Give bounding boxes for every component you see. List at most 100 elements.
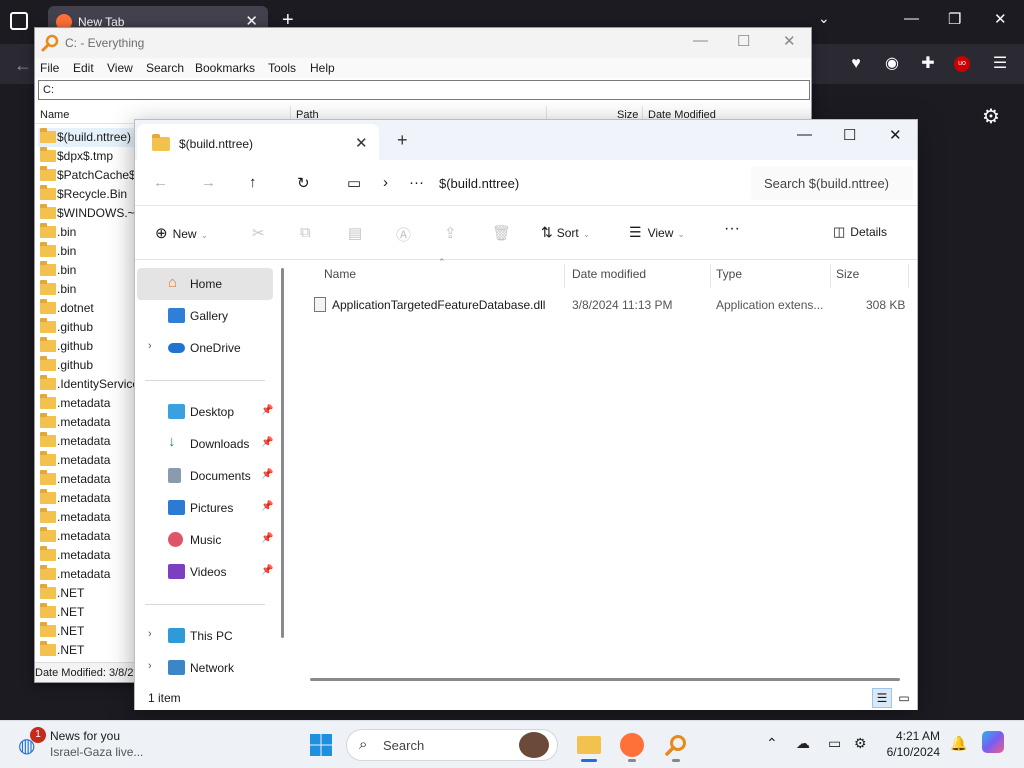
focus-icon[interactable]: ⚙: [854, 735, 867, 752]
close-icon[interactable]: ✕: [783, 32, 796, 50]
list-item[interactable]: .bin: [38, 280, 134, 299]
close-window-icon[interactable]: ✕: [994, 10, 1007, 28]
taskbar-everything[interactable]: [660, 729, 692, 762]
column-name[interactable]: Name: [324, 267, 356, 281]
list-item[interactable]: .metadata: [38, 451, 134, 470]
list-item[interactable]: .metadata: [38, 413, 134, 432]
list-item[interactable]: $Recycle.Bin: [38, 185, 134, 204]
copy-icon[interactable]: ⧉: [300, 224, 311, 241]
list-item[interactable]: .bin: [38, 261, 134, 280]
restore-icon[interactable]: ❐: [948, 10, 961, 28]
menu-search[interactable]: Search: [146, 61, 184, 75]
column-divider[interactable]: [710, 264, 711, 288]
sort-button[interactable]: ⇅ Sort ⌄: [541, 224, 590, 241]
column-divider[interactable]: [908, 264, 909, 288]
nav-item-documents[interactable]: Documents 📌: [137, 460, 273, 492]
details-button[interactable]: ◫ Details: [833, 224, 887, 240]
share-icon[interactable]: ⇪: [444, 224, 457, 242]
list-item[interactable]: .NET: [38, 641, 134, 660]
maximize-icon[interactable]: ☐: [737, 32, 750, 50]
new-button[interactable]: ⊕ New ⌄: [155, 224, 208, 242]
menu-tools[interactable]: Tools: [268, 61, 296, 75]
pocket-icon[interactable]: ♥: [846, 54, 866, 74]
breadcrumb[interactable]: $(build.nttree): [439, 176, 519, 191]
menu-edit[interactable]: Edit: [73, 61, 94, 75]
list-item[interactable]: .github: [38, 318, 134, 337]
explorer-search-input[interactable]: Search $(build.nttree): [751, 166, 913, 200]
minimize-icon[interactable]: —: [693, 32, 708, 49]
column-date-modified[interactable]: Date modified: [572, 267, 646, 281]
pin-icon[interactable]: 📌: [261, 437, 273, 448]
new-tab-button[interactable]: +: [397, 130, 408, 151]
list-item[interactable]: $WINDOWS.~BT: [38, 204, 134, 223]
menu-help[interactable]: Help: [310, 61, 335, 75]
nav-item-gallery[interactable]: Gallery: [137, 300, 273, 332]
monitor-icon[interactable]: ▭: [347, 174, 361, 192]
file-row[interactable]: ApplicationTargetedFeatureDatabase.dll 3…: [290, 294, 916, 316]
back-arrow-icon[interactable]: ←: [153, 174, 168, 191]
nav-item-desktop[interactable]: Desktop 📌: [137, 396, 273, 428]
more-icon[interactable]: ···: [409, 174, 424, 191]
list-item[interactable]: .github: [38, 337, 134, 356]
refresh-icon[interactable]: ↻: [297, 174, 310, 192]
menu-file[interactable]: File: [40, 61, 59, 75]
chevron-right-icon[interactable]: ›: [148, 340, 152, 352]
list-item[interactable]: $PatchCache$: [38, 166, 134, 185]
chevron-up-icon[interactable]: ⌃: [766, 735, 778, 752]
list-item[interactable]: .metadata: [38, 470, 134, 489]
close-icon[interactable]: ✕: [355, 134, 368, 152]
ublock-icon[interactable]: uo: [954, 56, 970, 72]
news-widget-subtitle[interactable]: Israel-Gaza live...: [50, 745, 143, 759]
horizontal-scrollbar[interactable]: [310, 678, 900, 681]
nav-scrollbar[interactable]: [281, 268, 284, 638]
list-item[interactable]: .bin: [38, 242, 134, 261]
minimize-icon[interactable]: —: [797, 126, 812, 143]
list-item[interactable]: $dpx$.tmp: [38, 147, 134, 166]
column-type[interactable]: Type: [716, 267, 742, 281]
nav-item-pictures[interactable]: Pictures 📌: [137, 492, 273, 524]
list-item[interactable]: .metadata: [38, 489, 134, 508]
forward-arrow-icon[interactable]: →: [201, 174, 216, 191]
column-divider[interactable]: [830, 264, 831, 288]
more-options-icon[interactable]: ···: [724, 220, 740, 238]
nav-item-thispc[interactable]: › This PC: [137, 620, 273, 652]
chevron-down-icon[interactable]: ⌄: [818, 10, 830, 27]
list-item[interactable]: $(build.nttree): [38, 128, 134, 147]
list-item[interactable]: .metadata: [38, 432, 134, 451]
nav-item-music[interactable]: Music 📌: [137, 524, 273, 556]
everything-search-input[interactable]: C:: [38, 80, 810, 100]
tiles-view-button[interactable]: ▭: [894, 688, 914, 708]
pin-icon[interactable]: 📌: [261, 565, 273, 576]
back-arrow-icon[interactable]: ←: [14, 55, 32, 76]
list-item[interactable]: .metadata: [38, 546, 134, 565]
taskbar-firefox[interactable]: [616, 729, 648, 762]
nav-item-downloads[interactable]: ↓ Downloads 📌: [137, 428, 273, 460]
list-item[interactable]: .metadata: [38, 565, 134, 584]
pin-icon[interactable]: 📌: [261, 533, 273, 544]
maximize-icon[interactable]: ☐: [843, 126, 856, 144]
display-icon[interactable]: ▭: [828, 735, 841, 752]
copilot-icon[interactable]: [982, 731, 1004, 753]
list-item[interactable]: .bin: [38, 223, 134, 242]
list-item[interactable]: .metadata: [38, 508, 134, 527]
delete-icon[interactable]: 🗑: [492, 224, 511, 242]
pin-icon[interactable]: 📌: [261, 469, 273, 480]
extensions-icon[interactable]: ✚: [918, 54, 938, 74]
menu-icon[interactable]: ☰: [990, 54, 1010, 74]
column-size[interactable]: Size: [836, 267, 859, 281]
cut-icon[interactable]: ✂: [252, 224, 265, 242]
list-item[interactable]: .NET: [38, 603, 134, 622]
clock-time[interactable]: 4:21 AM: [884, 729, 940, 743]
gear-icon[interactable]: ⚙: [982, 104, 1000, 129]
taskbar-file-explorer[interactable]: [573, 729, 605, 762]
notification-bell-icon[interactable]: 🔔: [950, 735, 967, 752]
rename-icon[interactable]: Ⓐ: [396, 224, 411, 245]
network-offline-icon[interactable]: ☁: [796, 735, 810, 752]
list-item[interactable]: .NET: [38, 622, 134, 641]
chevron-right-icon[interactable]: ›: [383, 174, 388, 191]
list-item[interactable]: .metadata: [38, 527, 134, 546]
close-icon[interactable]: ✕: [889, 126, 902, 144]
nav-item-videos[interactable]: Videos 📌: [137, 556, 273, 588]
chevron-right-icon[interactable]: ›: [148, 628, 152, 640]
list-item[interactable]: .metadata: [38, 394, 134, 413]
